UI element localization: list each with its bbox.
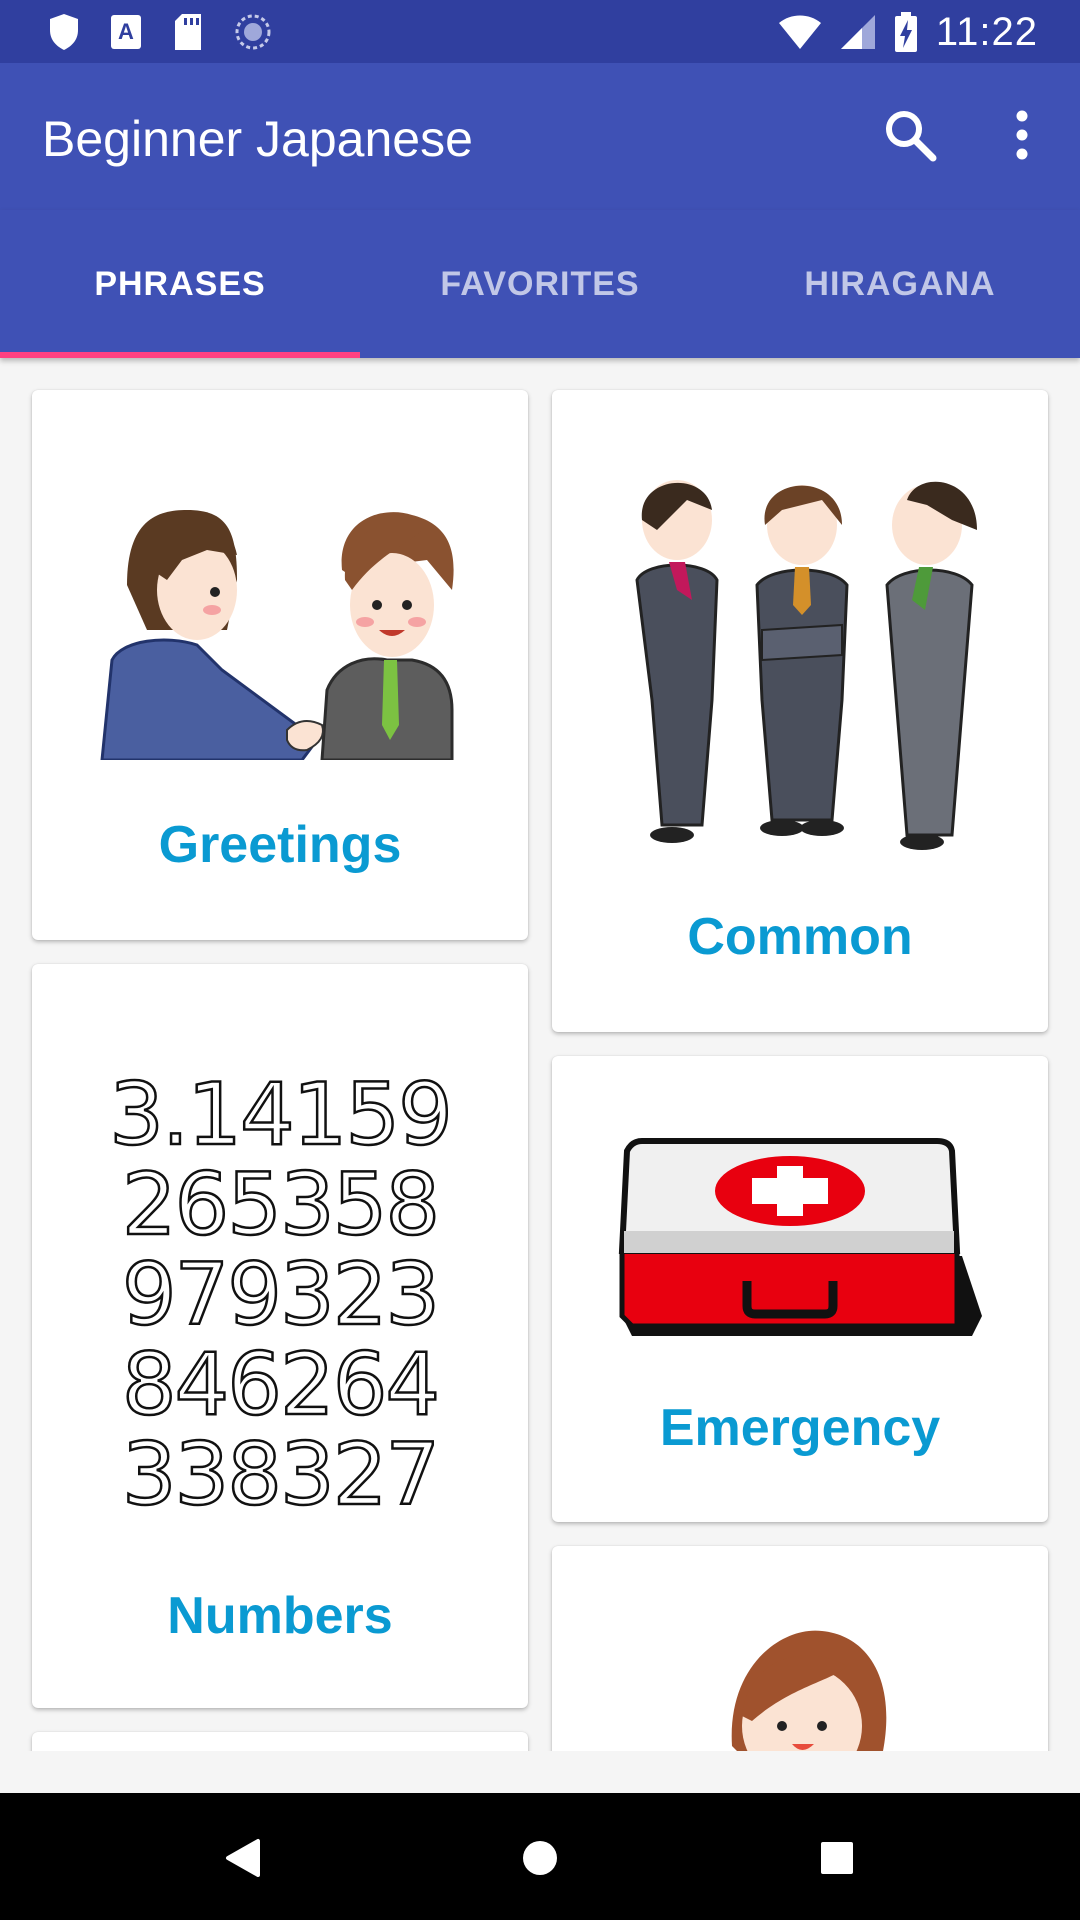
app-bar: Beginner Japanese bbox=[0, 63, 1080, 210]
svg-text:A: A bbox=[118, 19, 134, 44]
sd-card-icon bbox=[175, 14, 201, 50]
pi-digits-line: 979323 bbox=[122, 1245, 438, 1345]
tab-favorites-label: FAVORITES bbox=[440, 264, 640, 303]
tab-hiragana[interactable]: HIRAGANA bbox=[720, 210, 1080, 358]
category-card-partial[interactable] bbox=[32, 1732, 528, 1751]
category-card-numbers[interactable]: 3.14159 265358 979323 846264 338327 Numb… bbox=[32, 964, 528, 1708]
wifi-icon bbox=[778, 15, 821, 49]
status-notification-icons: A bbox=[48, 12, 272, 52]
recents-icon bbox=[821, 1842, 853, 1874]
tab-favorites[interactable]: FAVORITES bbox=[360, 210, 720, 358]
more-vert-icon bbox=[1016, 110, 1028, 160]
tab-phrases-label: PHRASES bbox=[94, 264, 266, 303]
category-card-common[interactable]: Common bbox=[552, 390, 1048, 1032]
greetings-handshake-image bbox=[100, 510, 454, 760]
system-navigation-bar bbox=[0, 1793, 1080, 1920]
tab-bar: PHRASES FAVORITES HIRAGANA bbox=[0, 210, 1080, 358]
signal-icon bbox=[840, 15, 875, 49]
battery-charging-icon bbox=[894, 12, 917, 52]
nav-home-button[interactable] bbox=[505, 1823, 575, 1893]
category-card-partial-person[interactable] bbox=[552, 1546, 1048, 1751]
status-time: 11:22 bbox=[935, 9, 1038, 54]
pi-digits-line: 338327 bbox=[122, 1425, 438, 1514]
woman-face-image bbox=[731, 1630, 887, 1751]
category-card-emergency[interactable]: Emergency bbox=[552, 1056, 1048, 1522]
phrases-category-grid[interactable]: Greetings 3.14159 265358 979323 846264 3… bbox=[0, 358, 1080, 1751]
nav-back-button[interactable] bbox=[208, 1823, 278, 1893]
category-label-greetings: Greetings bbox=[158, 816, 402, 874]
numbers-pi-digits-image: 3.14159 265358 979323 846264 338327 bbox=[112, 1064, 448, 1514]
first-aid-kit-image bbox=[618, 1138, 982, 1336]
pi-digits-line: 846264 bbox=[122, 1335, 438, 1435]
nav-recents-button[interactable] bbox=[802, 1823, 872, 1893]
status-bar: A 11:22 bbox=[0, 0, 1080, 63]
home-icon bbox=[523, 1841, 557, 1875]
category-label-emergency: Emergency bbox=[659, 1399, 941, 1457]
sync-icon bbox=[235, 14, 271, 50]
tab-hiragana-label: HIRAGANA bbox=[804, 264, 996, 303]
back-icon bbox=[226, 1839, 260, 1877]
pi-digits-line: 3.14159 bbox=[112, 1065, 448, 1165]
pi-digits-line: 265358 bbox=[122, 1155, 438, 1255]
status-system-icons: 11:22 bbox=[778, 8, 1038, 56]
overflow-menu-button[interactable] bbox=[990, 103, 1054, 167]
tab-phrases[interactable]: PHRASES bbox=[0, 210, 360, 358]
text-a-icon: A bbox=[111, 15, 141, 49]
category-label-numbers: Numbers bbox=[167, 1587, 393, 1645]
search-button[interactable] bbox=[878, 103, 942, 167]
app-title: Beginner Japanese bbox=[42, 111, 473, 167]
shield-icon bbox=[50, 14, 78, 50]
category-label-common: Common bbox=[687, 908, 913, 966]
search-icon bbox=[886, 111, 937, 162]
common-businessmen-image bbox=[635, 480, 977, 850]
category-card-greetings[interactable]: Greetings bbox=[32, 390, 528, 940]
